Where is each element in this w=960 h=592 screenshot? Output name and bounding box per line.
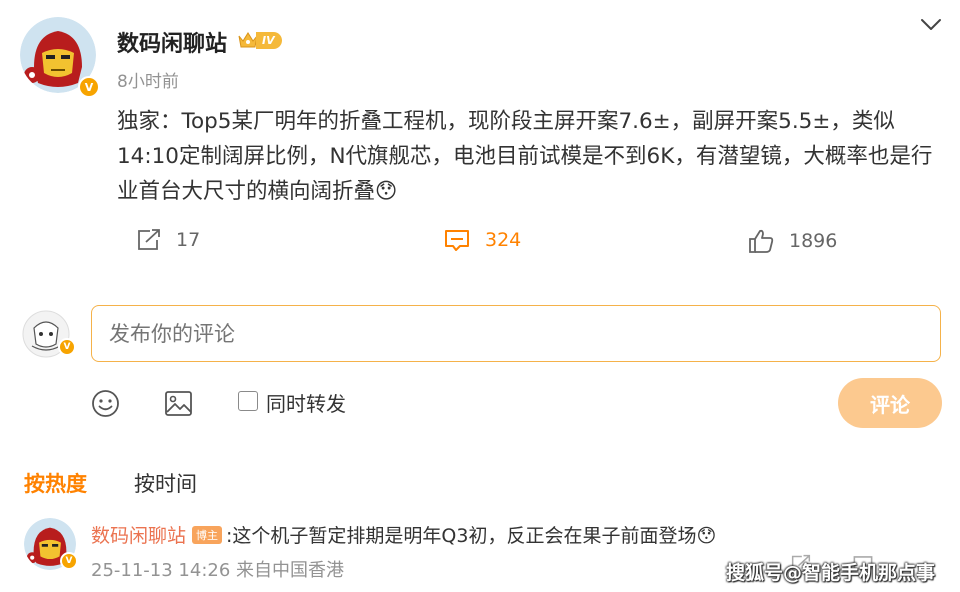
image-icon[interactable] — [164, 389, 193, 418]
rank-badge[interactable]: IV — [238, 29, 282, 51]
comment-verified-badge: V — [60, 552, 78, 570]
post-time[interactable]: 8小时前 — [117, 67, 179, 92]
like-button[interactable]: 1896 — [747, 228, 837, 254]
comment-item: 数码闲聊站 博主 :这个机子暂定排期是明年Q3初，反正会在果子前面登场😯 — [91, 521, 716, 548]
author-tag: 博主 — [192, 525, 223, 544]
chevron-down-icon[interactable] — [920, 18, 942, 32]
current-user-verified-badge: V — [58, 338, 76, 356]
tab-sort-hot[interactable]: 按热度 — [24, 468, 87, 498]
tab-sort-time[interactable]: 按时间 — [134, 468, 197, 498]
post-text: 独家：Top5某厂明年的折叠工程机，现阶段主屏开案7.6±，副屏开案5.5±，类… — [117, 109, 933, 204]
crown-icon — [238, 32, 258, 48]
repost-checkbox-label[interactable]: 同时转发 — [266, 388, 346, 417]
verified-badge: V — [78, 76, 100, 98]
like-icon — [749, 229, 774, 253]
comment-icon — [445, 230, 469, 251]
comment-meta: 25-11-13 14:26 来自中国香港 — [91, 556, 344, 582]
author-name[interactable]: 数码闲聊站 — [117, 26, 227, 58]
repost-icon — [138, 229, 160, 250]
repost-button[interactable]: 17 — [136, 228, 200, 252]
watermark: 搜狐号@智能手机那点事 — [726, 562, 936, 584]
comment-text: :这个机子暂定排期是明年Q3初，反正会在果子前面登场😯 — [226, 525, 717, 547]
comment-author-name[interactable]: 数码闲聊站 — [91, 521, 186, 548]
comment-button[interactable]: 324 — [443, 228, 521, 252]
rank-level: IV — [256, 31, 282, 49]
submit-comment-button[interactable]: 评论 — [838, 378, 942, 428]
comment-location: 来自中国香港 — [236, 560, 345, 581]
comment-date: 25-11-13 14:26 — [91, 560, 231, 581]
repost-checkbox[interactable] — [238, 391, 258, 411]
repost-count: 17 — [176, 229, 201, 251]
emoji-icon[interactable] — [91, 389, 120, 418]
like-count: 1896 — [789, 230, 838, 252]
comment-input[interactable] — [91, 305, 941, 362]
comment-count: 324 — [485, 229, 522, 251]
